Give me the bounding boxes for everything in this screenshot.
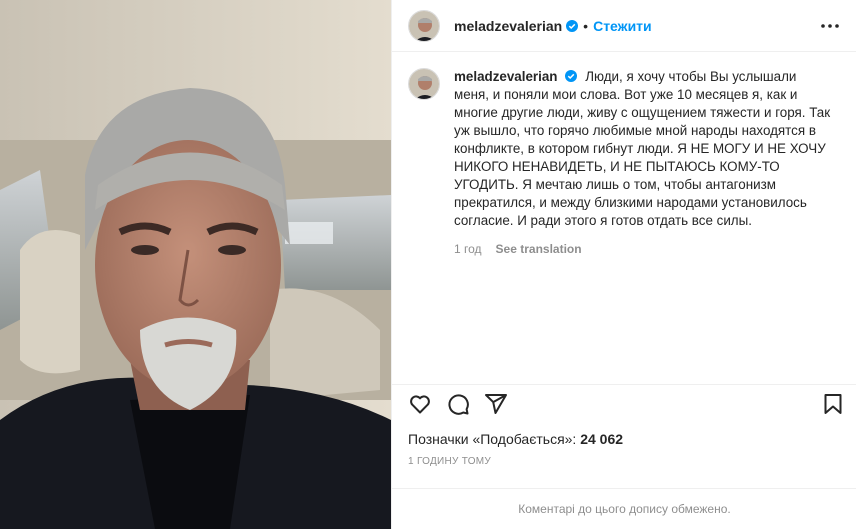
action-bar <box>408 392 845 418</box>
bookmark-icon[interactable] <box>821 392 845 416</box>
likes-number: 24 062 <box>580 431 624 447</box>
likes-count[interactable]: Позначки «Подобається»: 24 062 <box>408 431 623 447</box>
share-icon[interactable] <box>484 392 508 416</box>
heart-icon[interactable] <box>408 392 432 416</box>
post-header: meladzevalerian • Стежити <box>392 0 856 52</box>
post-timestamp[interactable]: 1 ГОДИНУ ТОМУ <box>408 456 491 467</box>
comment-icon[interactable] <box>446 392 470 416</box>
see-translation-link[interactable]: See translation <box>496 242 582 256</box>
separator-dot: • <box>583 17 589 34</box>
post-details-panel: meladzevalerian • Стежити meladzevaleria… <box>391 0 856 529</box>
follow-button[interactable]: Стежити <box>593 18 652 34</box>
caption-age[interactable]: 1 год <box>454 242 482 256</box>
post-photo[interactable] <box>0 0 391 529</box>
author-username[interactable]: meladzevalerian <box>454 18 562 34</box>
caption-body-text: Люди, я хочу чтобы Вы услышали меня, и п… <box>454 69 831 228</box>
post-caption: meladzevalerian Люди, я хочу чтобы Вы ус… <box>408 68 838 256</box>
caption-text-block: meladzevalerian Люди, я хочу чтобы Вы ус… <box>454 68 834 230</box>
author-avatar[interactable] <box>408 9 440 42</box>
selfie-image <box>0 0 391 529</box>
more-options-icon[interactable] <box>819 16 841 36</box>
divider <box>392 384 856 385</box>
comments-disabled-notice: Коментарі до цього допису обмежено. <box>392 488 856 529</box>
likes-label: Позначки «Подобається»: <box>408 431 577 447</box>
verified-badge-icon <box>566 19 579 32</box>
caption-username[interactable]: meladzevalerian <box>454 69 557 84</box>
verified-badge-icon <box>565 70 578 82</box>
caption-meta: 1 год See translation <box>454 242 834 256</box>
caption-author-avatar[interactable] <box>408 68 440 100</box>
